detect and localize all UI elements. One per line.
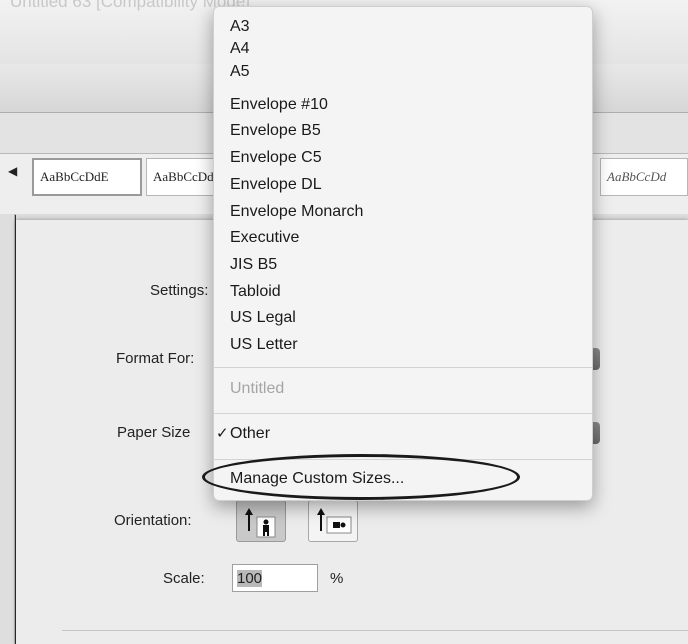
menu-item-us-letter[interactable]: US Letter [230,335,298,355]
menu-item-envelope-dl[interactable]: Envelope DL [230,175,322,195]
portrait-orientation-button[interactable] [236,500,286,542]
menu-item-a5[interactable]: A5 [230,62,250,82]
scale-label: Scale: [163,570,205,587]
menu-item-envelope-10[interactable]: Envelope #10 [230,95,328,115]
menu-item-envelope-b5[interactable]: Envelope B5 [230,121,321,141]
menu-item-a4[interactable]: A4 [230,39,250,59]
scale-value: 100 [237,570,263,587]
sheet-divider [62,630,688,631]
paper-size-menu: A3 A4 A5 Envelope #10 Envelope B5 Envelo… [213,6,593,501]
orientation-label: Orientation: [114,512,192,529]
document-left-edge [0,214,15,644]
landscape-orientation-button[interactable] [308,500,358,542]
style-sample-normal[interactable]: AaBbCcDdE [32,158,142,196]
checkmark-icon: ✓ [216,425,229,442]
format-for-label: Format For: [116,350,195,367]
menu-item-untitled-custom: Untitled [230,380,285,397]
landscape-person-icon [317,508,352,534]
menu-item-envelope-c5[interactable]: Envelope C5 [230,148,322,168]
scale-input[interactable]: 100 [232,564,318,592]
menu-item-manage-custom-sizes[interactable]: Manage Custom Sizes... [230,469,404,489]
menu-item-jis-b5[interactable]: JIS B5 [230,255,277,275]
menu-item-executive[interactable]: Executive [230,228,299,248]
menu-separator [214,367,592,368]
style-sample-subtle-emphasis[interactable]: AaBbCcDd [600,158,688,196]
paper-size-label: Paper Size [117,424,191,441]
menu-separator [214,413,592,414]
settings-label: Settings: [150,282,209,299]
style-sample-no-spacing[interactable]: AaBbCcDdE [146,158,216,196]
menu-separator [214,459,592,460]
menu-item-a3[interactable]: A3 [230,17,250,37]
portrait-person-icon [245,508,276,538]
menu-item-other[interactable]: Other [230,424,270,444]
menu-item-tabloid[interactable]: Tabloid [230,282,281,302]
menu-item-envelope-monarch[interactable]: Envelope Monarch [230,202,363,222]
gallery-scroll-left-icon[interactable]: ◀ [8,164,17,178]
menu-item-us-legal[interactable]: US Legal [230,308,296,328]
scale-unit: % [330,570,344,587]
